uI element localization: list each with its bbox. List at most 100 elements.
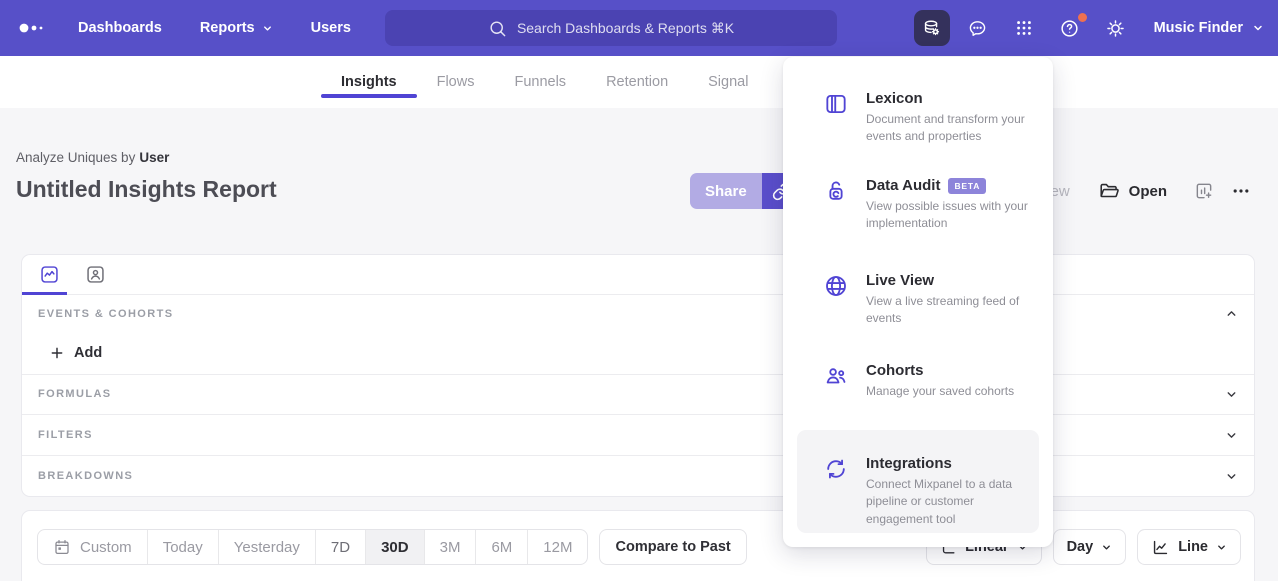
chevron-up-icon [1225, 307, 1238, 320]
grid-dots-icon [1014, 18, 1034, 38]
menu-item-integrations[interactable]: Integrations Connect Mixpanel to a data … [797, 430, 1039, 533]
analyze-entity[interactable]: User [139, 150, 169, 165]
open-label: Open [1129, 183, 1167, 200]
tab-funnels[interactable]: Funnels [514, 56, 566, 108]
chevron-down-icon [1225, 470, 1238, 483]
interval-label: Day [1067, 539, 1094, 555]
profiles-view-tab[interactable] [79, 259, 112, 289]
apps-grid-button[interactable] [1006, 10, 1042, 46]
chart-controls-panel: Custom Today Yesterday 7D 30D 3M 6M 12M … [21, 510, 1255, 581]
chart-type-label: Line [1178, 539, 1208, 555]
gear-icon [1105, 18, 1126, 39]
range-30d[interactable]: 30D [366, 530, 425, 564]
ellipsis-icon [1229, 181, 1253, 201]
main-content: Analyze Uniques by User Untitled Insights… [0, 108, 1278, 581]
mixpanel-logo-icon[interactable] [18, 21, 50, 35]
cohorts-people-icon [823, 362, 849, 400]
nav-reports-label: Reports [200, 20, 255, 36]
chat-bubble-icon [967, 18, 988, 39]
chevron-down-icon [1225, 429, 1238, 442]
interval-dropdown[interactable]: Day [1053, 529, 1127, 565]
help-notification-dot [1078, 13, 1087, 22]
nav-dashboards-label: Dashboards [78, 20, 162, 36]
filters-section[interactable]: FILTERS [22, 414, 1254, 455]
add-event-button[interactable]: Add [22, 333, 1254, 374]
events-cohorts-label: EVENTS & COHORTS [38, 308, 173, 320]
chevron-down-icon [262, 23, 273, 34]
beta-badge: BETA [948, 178, 986, 194]
analyze-prefix: Analyze Uniques by [16, 150, 135, 165]
more-options-button[interactable] [1229, 181, 1253, 201]
formulas-label: FORMULAS [38, 388, 112, 400]
lexicon-icon [823, 90, 849, 146]
nav-users-label: Users [311, 20, 351, 36]
nav-dashboards[interactable]: Dashboards [78, 20, 162, 36]
menu-title: Data Audit [866, 177, 940, 194]
board-add-icon [1194, 181, 1214, 201]
settings-button[interactable] [1098, 10, 1134, 46]
menu-item-data-audit[interactable]: Data Audit BETA View possible issues wit… [823, 177, 1041, 233]
tab-insights[interactable]: Insights [341, 56, 397, 108]
search-icon [488, 19, 507, 38]
menu-description: View a live streaming feed of events [866, 293, 1038, 328]
tab-flows[interactable]: Flows [437, 56, 475, 108]
range-custom-label: Custom [80, 539, 132, 556]
chevron-down-icon [1101, 542, 1112, 553]
chevron-down-icon [1216, 542, 1227, 553]
compare-to-past-button[interactable]: Compare to Past [599, 529, 746, 565]
add-to-dashboard-button[interactable] [1194, 181, 1214, 201]
menu-description: Document and transform your events and p… [866, 111, 1038, 146]
data-management-dropdown: Lexicon Document and transform your even… [783, 57, 1053, 547]
formulas-section[interactable]: FORMULAS [22, 374, 1254, 415]
events-cohorts-section[interactable]: EVENTS & COHORTS [22, 295, 1254, 333]
chart-type-dropdown[interactable]: Line [1137, 529, 1241, 565]
breakdowns-section[interactable]: BREAKDOWNS [22, 455, 1254, 496]
range-yesterday[interactable]: Yesterday [219, 530, 316, 564]
open-report-button[interactable]: Open [1098, 180, 1167, 202]
tab-retention[interactable]: Retention [606, 56, 668, 108]
data-audit-lock-icon [823, 177, 849, 233]
integrations-sync-icon [823, 455, 849, 533]
events-view-tab[interactable] [33, 259, 66, 289]
line-chart-icon [1151, 538, 1170, 557]
search-input[interactable]: Search Dashboards & Reports ⌘K [385, 10, 837, 46]
help-icon [1059, 18, 1080, 39]
range-3m[interactable]: 3M [425, 530, 477, 564]
menu-description: View possible issues with your implement… [866, 198, 1038, 233]
range-6m[interactable]: 6M [476, 530, 528, 564]
analyze-subtitle: Analyze Uniques by User [16, 150, 169, 165]
menu-item-lexicon[interactable]: Lexicon Document and transform your even… [823, 90, 1041, 146]
builder-tabs [22, 255, 1254, 295]
tab-signal[interactable]: Signal [708, 56, 748, 108]
primary-nav: Dashboards Reports Users [78, 0, 351, 56]
menu-title: Live View [866, 272, 934, 289]
menu-item-live-view[interactable]: Live View View a live streaming feed of … [823, 272, 1041, 328]
range-custom[interactable]: Custom [38, 530, 148, 564]
menu-description: Manage your saved cohorts [866, 383, 1014, 400]
data-management-button[interactable] [914, 10, 950, 46]
profile-tab-icon [85, 264, 106, 285]
share-button[interactable]: Share [690, 173, 762, 209]
chart-tab-icon [39, 264, 60, 285]
database-gear-icon [921, 18, 942, 39]
menu-item-cohorts[interactable]: Cohorts Manage your saved cohorts [823, 362, 1041, 400]
nav-reports[interactable]: Reports [200, 20, 273, 36]
feedback-button[interactable] [960, 10, 996, 46]
project-switcher[interactable]: Music Finder [1154, 20, 1264, 36]
range-today[interactable]: Today [148, 530, 219, 564]
plus-icon [49, 345, 65, 361]
report-actions: New Open [1040, 173, 1253, 209]
breakdowns-label: BREAKDOWNS [38, 470, 133, 482]
page-title[interactable]: Untitled Insights Report [16, 176, 277, 203]
navbar-right: Music Finder [914, 10, 1264, 46]
filters-label: FILTERS [38, 429, 93, 441]
range-12m[interactable]: 12M [528, 530, 587, 564]
help-button[interactable] [1052, 10, 1088, 46]
menu-description: Connect Mixpanel to a data pipeline or c… [866, 476, 1025, 528]
range-7d[interactable]: 7D [316, 530, 366, 564]
share-label: Share [705, 183, 747, 200]
nav-users[interactable]: Users [311, 20, 351, 36]
menu-title: Integrations [866, 455, 952, 472]
report-tabbar: Insights Flows Funnels Retention Signal … [0, 56, 1278, 108]
calendar-icon [53, 538, 71, 556]
